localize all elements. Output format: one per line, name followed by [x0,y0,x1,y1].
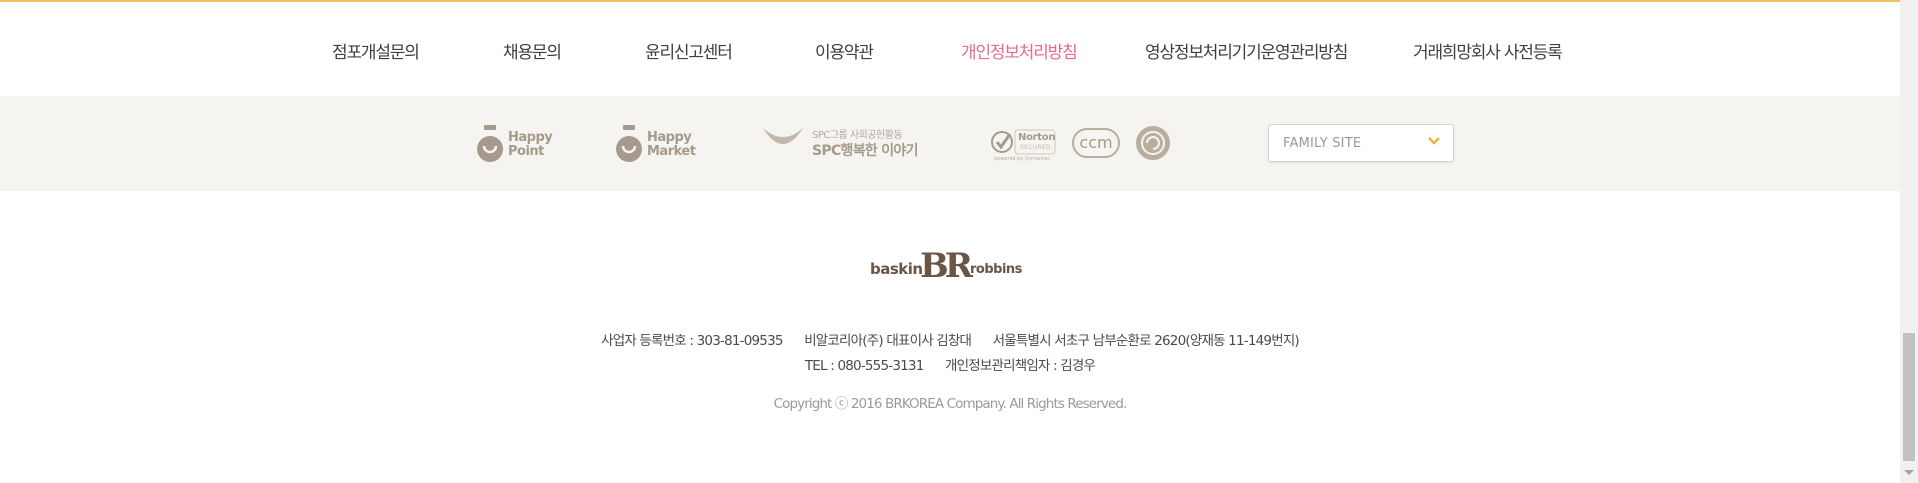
ccm-badge: ccm [1072,128,1120,158]
happy-market-icon [616,125,642,162]
scrollbar-thumb[interactable] [1903,333,1915,461]
nav-cctv-policy[interactable]: 영상정보처리기기운영관리방침 [1145,38,1348,63]
nav-store-opening-inquiry[interactable]: 점포개설문의 [332,38,420,63]
nav-privacy-policy[interactable]: 개인정보처리방침 [961,38,1078,63]
family-site-select[interactable]: FAMILY SITE [1268,124,1454,162]
company-info-line-1: 사업자 등록번호 : 303-81-09535 비알코리아(주) 대표이사 김창… [0,329,1900,349]
spc-smile-icon [763,128,803,144]
chevron-down-icon [1428,137,1440,145]
happy-market-label: Happy Market [647,130,696,159]
privacy-officer: 개인정보관리책임자 : 김경우 [945,358,1096,374]
happy-point-icon [477,125,503,162]
spc-story-title: SPC행복한 이야기 [812,143,918,159]
baskin-robbins-logo: baskin BR robbins [870,246,1022,286]
footer-nav: 점포개설문의 채용문의 윤리신고센터 이용약관 개인정보처리방침 영상정보처리기… [0,2,1900,96]
vertical-scrollbar[interactable] [1900,0,1918,483]
scroll-down-arrow-icon[interactable] [1904,470,1914,475]
nav-ethics-report-center[interactable]: 윤리신고센터 [645,38,733,63]
company-info-line-2: TEL : 080-555-3131 개인정보관리책임자 : 김경우 [0,354,1900,374]
nav-recruit-inquiry[interactable]: 채용문의 [503,38,562,63]
spc-story-caption: SPC그룹 사회공헌활동 [812,130,903,141]
company-ceo: 비알코리아(주) 대표이사 김창대 [804,333,972,349]
certification-seal-icon [1135,125,1171,165]
company-tel: TEL : 080-555-3131 [804,358,924,374]
happy-point-label: Happy Point [508,130,553,159]
nav-vendor-preregistration[interactable]: 거래희망회사 사전등록 [1413,38,1563,63]
copyright: Copyright ⓒ 2016 BRKOREA Company. All Ri… [773,396,1128,412]
family-site-value: FAMILY SITE [1283,136,1362,151]
company-address: 서울특별시 서초구 남부순환로 2620(양재동 11-149번지) [992,333,1300,349]
business-number: 사업자 등록번호 : 303-81-09535 [601,333,783,349]
ccm-icon: ccm [1072,128,1120,158]
nav-terms-of-use[interactable]: 이용약관 [815,38,874,63]
partner-band: Happy Point Happy Market SPC그룹 사회공헌활동 SP… [0,96,1900,191]
